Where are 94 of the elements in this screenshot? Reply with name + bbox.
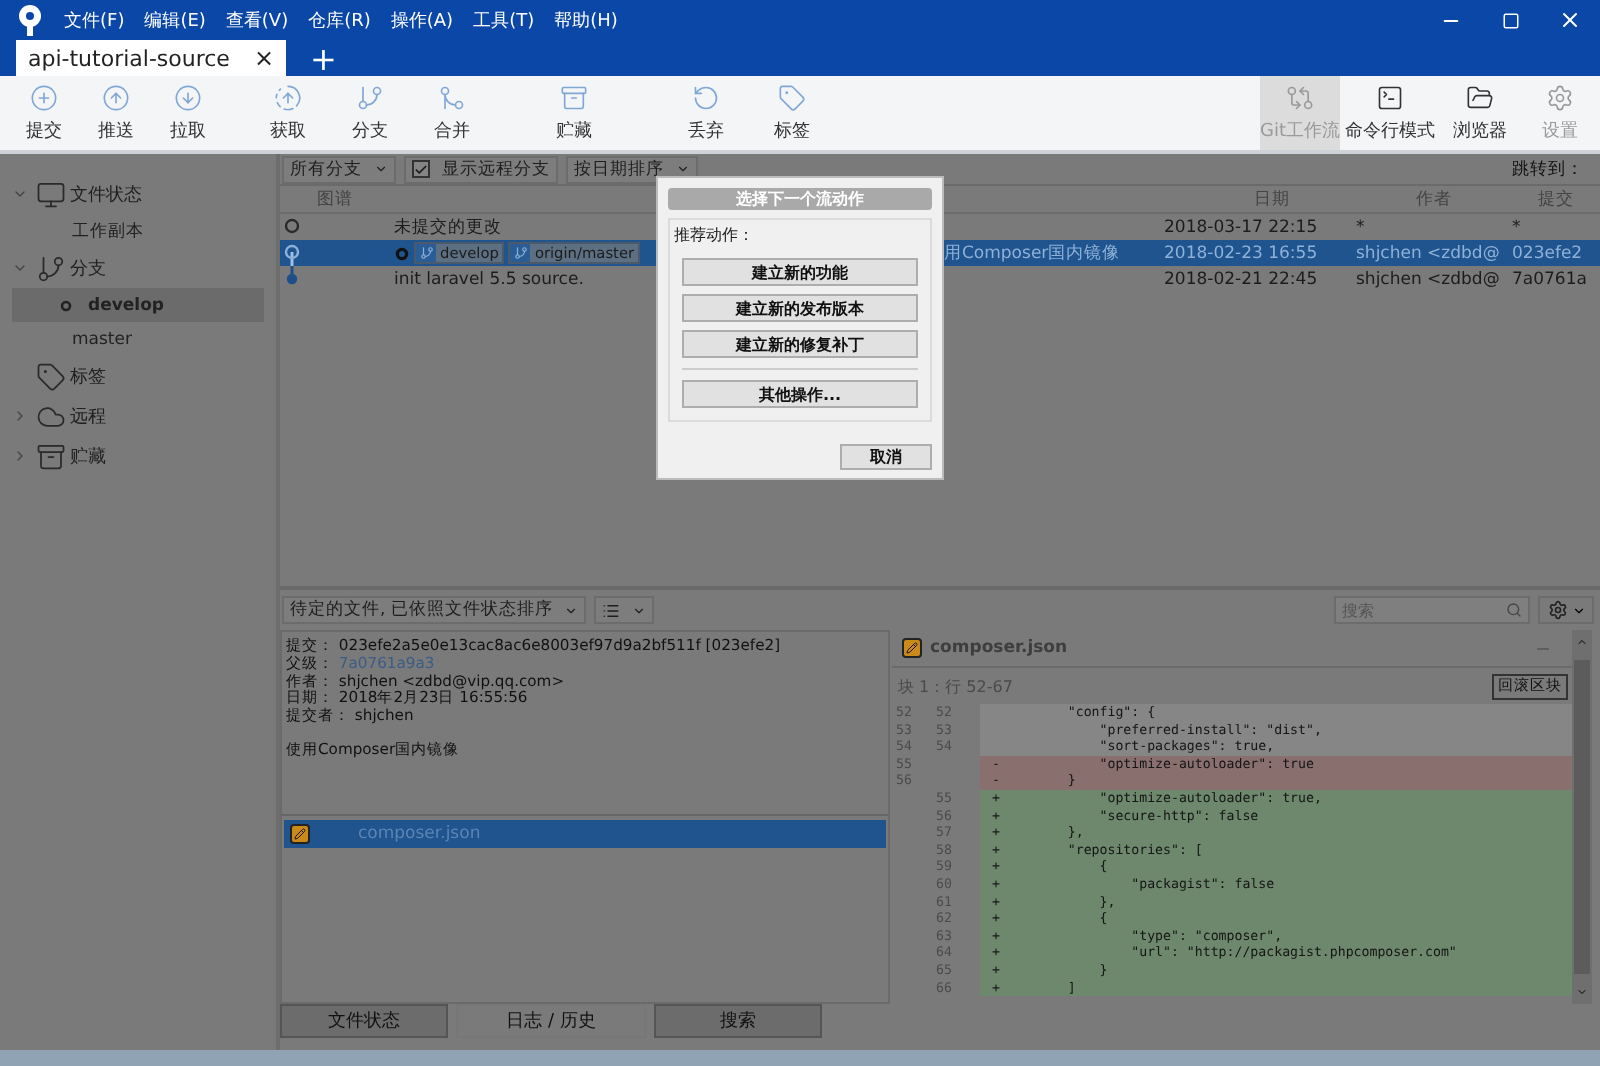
box-icon (560, 83, 588, 111)
caret-icon (1571, 603, 1585, 617)
group-label: 推荐动作： (674, 224, 756, 246)
menu-item[interactable]: 帮助(H) (554, 7, 618, 33)
view-mode-dropdown[interactable] (594, 596, 655, 624)
down-arrow-circle-icon (174, 83, 202, 111)
tag-icon (778, 83, 806, 111)
cancel-button[interactable]: 取消 (840, 444, 932, 470)
up-arrow-circle-icon (102, 83, 130, 111)
flow-action-button[interactable]: 建立新的功能 (682, 258, 918, 286)
commit-date: 2018-02-23 16:55 (1164, 243, 1320, 263)
sidebar-item[interactable]: 工作副本 (12, 214, 264, 248)
commit-author: * (1356, 217, 1367, 237)
diff-file-name: composer.json (930, 638, 1068, 658)
file-sort-dropdown[interactable]: 待定的文件, 已依照文件状态排序 (282, 596, 587, 624)
commit-message[interactable]: init laravel 5.5 source. (394, 269, 584, 289)
terminal-icon (1376, 83, 1404, 111)
commit-message[interactable]: 用Composer国内镜像 (944, 241, 1121, 265)
list-icon (602, 601, 621, 619)
monitor-icon (36, 179, 66, 209)
sidebar-group[interactable]: 标签 (0, 356, 276, 396)
cloud-icon (36, 401, 66, 431)
commit-hash: * (1512, 217, 1523, 237)
view-tab[interactable]: 搜索 (654, 1004, 822, 1038)
close-icon[interactable] (1558, 8, 1582, 32)
toolbar-button[interactable]: 推送 (80, 76, 152, 150)
merge-icon (438, 83, 466, 111)
other-actions-button[interactable]: 其他操作... (682, 380, 918, 408)
settings-icon (1546, 83, 1574, 111)
plus-circle-icon (30, 83, 58, 111)
caret-icon (564, 603, 579, 617)
dialog-title: 选择下一个流动作 (668, 188, 932, 210)
branch-icon (356, 83, 384, 111)
scroll-down-icon[interactable] (1576, 986, 1588, 998)
settings-dropdown[interactable] (1538, 596, 1594, 624)
flow-action-button[interactable]: 建立新的修复补丁 (682, 330, 918, 358)
dashed-circle-arrow-icon (274, 83, 302, 111)
settings-icon (1547, 600, 1567, 620)
menu-item[interactable]: 文件(F) (64, 7, 125, 33)
flow-icon (1286, 83, 1314, 111)
menu-item[interactable]: 编辑(E) (144, 7, 206, 33)
box-icon (36, 441, 66, 471)
toolbar-button[interactable]: 提交 (8, 76, 80, 150)
scroll-up-icon[interactable] (1576, 636, 1588, 648)
sort-dropdown[interactable]: 按日期排序 (566, 155, 698, 183)
caret-icon (374, 162, 388, 176)
branch-icon (513, 246, 528, 260)
commit-hash: 7a0761a (1512, 269, 1589, 289)
menu-item[interactable]: 查看(V) (225, 7, 289, 33)
toolbar-button[interactable]: 获取 (252, 76, 324, 150)
jump-label: 跳转到： (1512, 157, 1584, 181)
sidebar-item[interactable]: master (12, 322, 264, 356)
new-tab-button[interactable]: + (298, 40, 349, 76)
scrollbar[interactable] (1572, 630, 1592, 1004)
repository-tab[interactable]: api-tutorial-source × (16, 40, 287, 76)
caret-icon (632, 603, 647, 617)
sidebar-group[interactable]: 贮藏 (0, 436, 276, 476)
menu-item[interactable]: 工具(T) (473, 7, 535, 33)
view-tab[interactable]: 文件状态 (280, 1004, 448, 1038)
branch-icon (36, 253, 66, 283)
toolbar-button[interactable]: 分支 (324, 76, 416, 150)
tag-icon (36, 361, 66, 391)
toolbar-button[interactable]: 标签 (752, 76, 832, 150)
toolbar-button[interactable]: 浏览器 (1440, 76, 1520, 150)
toolbar-button[interactable]: 丢弃 (660, 76, 752, 150)
commit-author: shjchen <zdbd@ (1356, 269, 1502, 289)
menu-item[interactable]: 操作(A) (390, 7, 454, 33)
folder-icon (1466, 83, 1494, 111)
commit-date: 2018-03-17 22:15 (1164, 217, 1320, 237)
toolbar-button[interactable]: 命令行模式 (1340, 76, 1440, 150)
toolbar-button[interactable]: 拉取 (152, 76, 224, 150)
branch-filter-dropdown[interactable]: 所有分支 (282, 155, 396, 183)
branch-icon (419, 246, 433, 260)
pencil-icon (906, 642, 918, 654)
pencil-icon (294, 828, 306, 840)
commit-message[interactable]: 未提交的更改 (394, 215, 502, 239)
menu-item[interactable]: 仓库(R) (308, 7, 371, 33)
rotate-arrow-icon (692, 83, 720, 111)
tab-close-button[interactable]: × (253, 44, 275, 72)
commit-author: shjchen <zdbd@ (1356, 243, 1502, 263)
sidebar-group[interactable]: 文件状态 (0, 174, 276, 214)
sidebar-group[interactable]: 远程 (0, 396, 276, 436)
commit-date: 2018-02-21 22:45 (1164, 269, 1320, 289)
check-icon (414, 161, 428, 177)
toolbar-button[interactable]: 贮藏 (516, 76, 632, 150)
flow-action-button[interactable]: 建立新的发布版本 (682, 294, 918, 322)
show-remote-checkbox[interactable]: 显示远程分支 (404, 155, 558, 183)
current-branch-icon (60, 299, 72, 311)
search-icon (1506, 602, 1522, 618)
toolbar-button[interactable]: 合并 (416, 76, 488, 150)
commit-hash: 023efe2 (1512, 243, 1585, 263)
maximize-icon[interactable] (1501, 11, 1519, 29)
sidebar-group[interactable]: 分支 (0, 248, 276, 288)
caret-icon (676, 162, 690, 176)
